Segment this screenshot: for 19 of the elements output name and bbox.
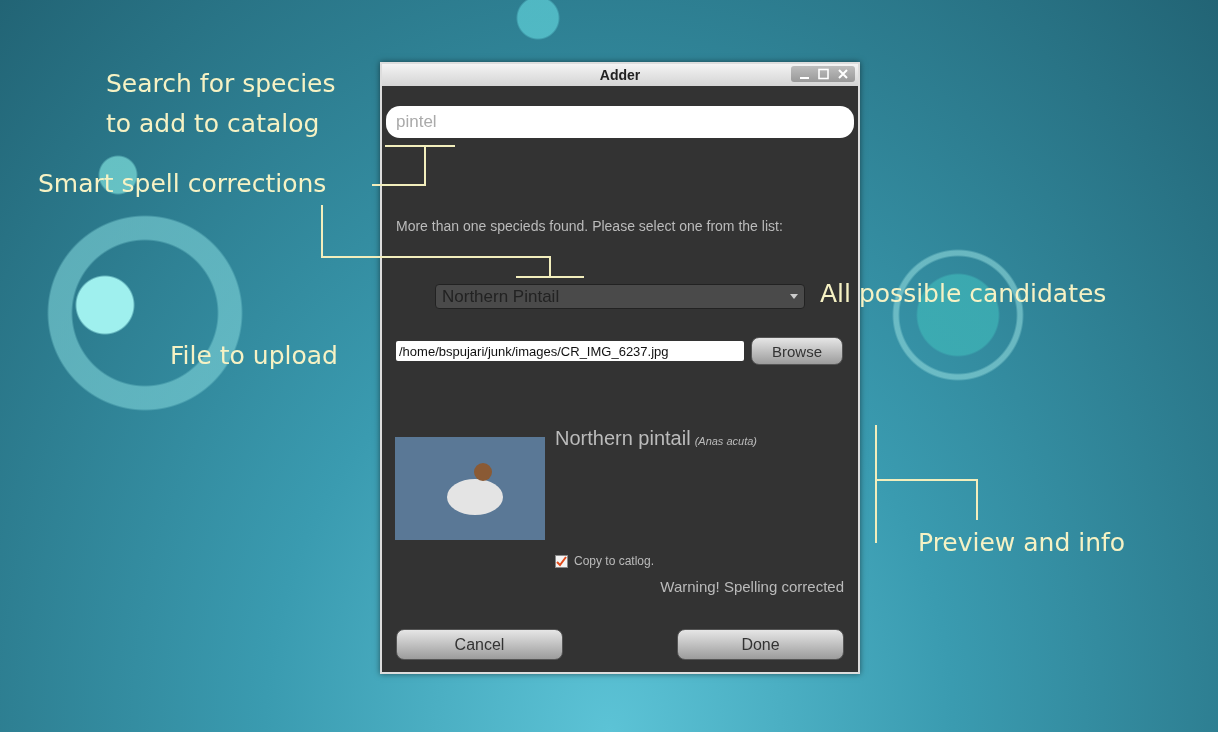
scientific-name: (Anas acuta) [694, 435, 757, 447]
window-title: Adder [599, 67, 641, 83]
caret-icon [790, 294, 798, 299]
info-message: More than one specieds found. Please select one from the list: [396, 218, 784, 234]
search-field[interactable]: pintel [386, 106, 854, 138]
annotation-label: All possible candidates [820, 279, 1108, 308]
annotation-label: File to upload [170, 341, 338, 370]
browse-button[interactable]: Browse [751, 337, 843, 365]
cancel-button[interactable]: Cancel [396, 629, 563, 660]
checkbox-label: Copy to catlog. [574, 554, 655, 568]
done-button[interactable]: Done [677, 629, 844, 660]
copy-checkbox[interactable] [555, 554, 568, 568]
file-path-field[interactable]: /home/bspujari/junk/images/CR_IMG_6237.jpg [396, 341, 744, 361]
warning-message: Warning! Spelling corrected [660, 578, 844, 595]
annotation-label: Smart spell corrections [38, 169, 327, 198]
annotation-label: Preview and info [918, 528, 1126, 557]
species-name: Northern pintail [555, 427, 691, 449]
annotation-label: Search for species to add to catalog [106, 68, 337, 140]
window-controls[interactable] [791, 66, 855, 82]
